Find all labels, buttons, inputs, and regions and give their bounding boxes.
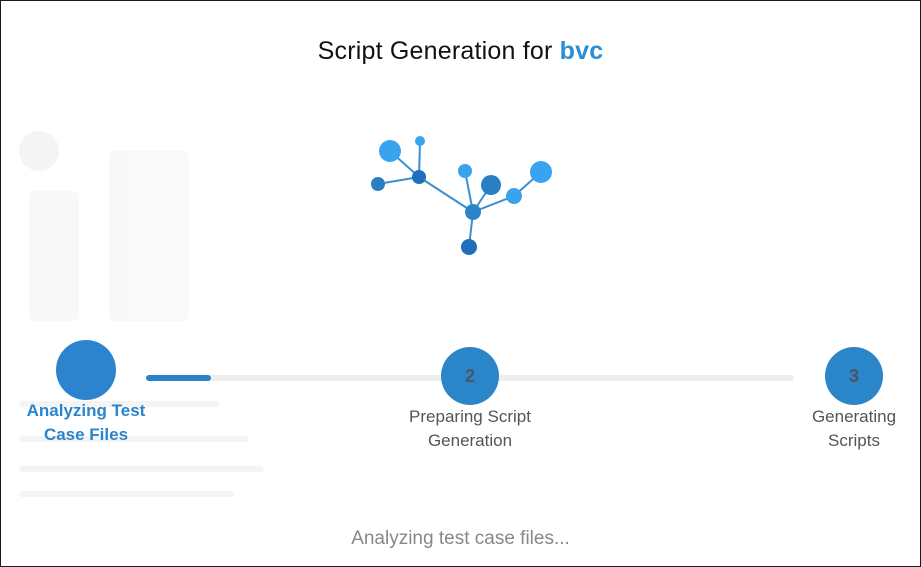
step-3-label-line2: Scripts xyxy=(828,431,880,450)
step-1-label-line2: Case Files xyxy=(43,425,129,444)
title-prefix: Script Generation for xyxy=(317,37,553,65)
step-3-label-line1: Generating xyxy=(811,407,897,426)
step-2-number: 2 xyxy=(464,365,475,386)
step-1-label-line1: Analyzing Test xyxy=(26,401,146,420)
step-2-label: Preparing Script Generation xyxy=(390,405,550,453)
step-3-label: Generating Scripts xyxy=(774,405,920,453)
step-3-circle: 3 xyxy=(825,347,883,405)
background-illustration xyxy=(19,131,279,511)
project-name: bvc xyxy=(559,37,604,65)
network-graph-icon xyxy=(371,136,552,255)
step-3-number: 3 xyxy=(848,365,859,386)
script-generation-dialog: Script Generation for bvc Analyzing Test… xyxy=(0,0,921,567)
status-text: Analyzing test case files... xyxy=(351,528,570,549)
progress-fill xyxy=(146,375,211,381)
step-2-label-line2: Generation xyxy=(427,431,513,450)
dialog-title: Script Generation for bvc xyxy=(1,37,920,66)
step-2-circle: 2 xyxy=(441,347,499,405)
step-1-circle xyxy=(56,340,116,400)
step-1-label: Analyzing Test Case Files xyxy=(6,399,166,447)
step-2-label-line1: Preparing Script xyxy=(409,407,531,426)
